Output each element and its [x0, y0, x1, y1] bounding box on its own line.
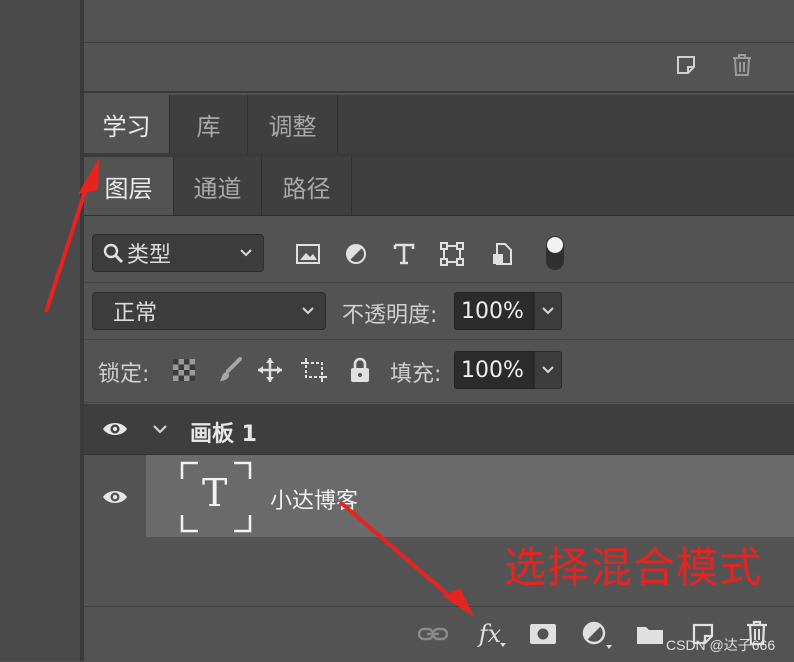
annotation-text: 选择混合模式 [504, 543, 763, 592]
watermark: CSDN @达子666 [666, 637, 776, 653]
